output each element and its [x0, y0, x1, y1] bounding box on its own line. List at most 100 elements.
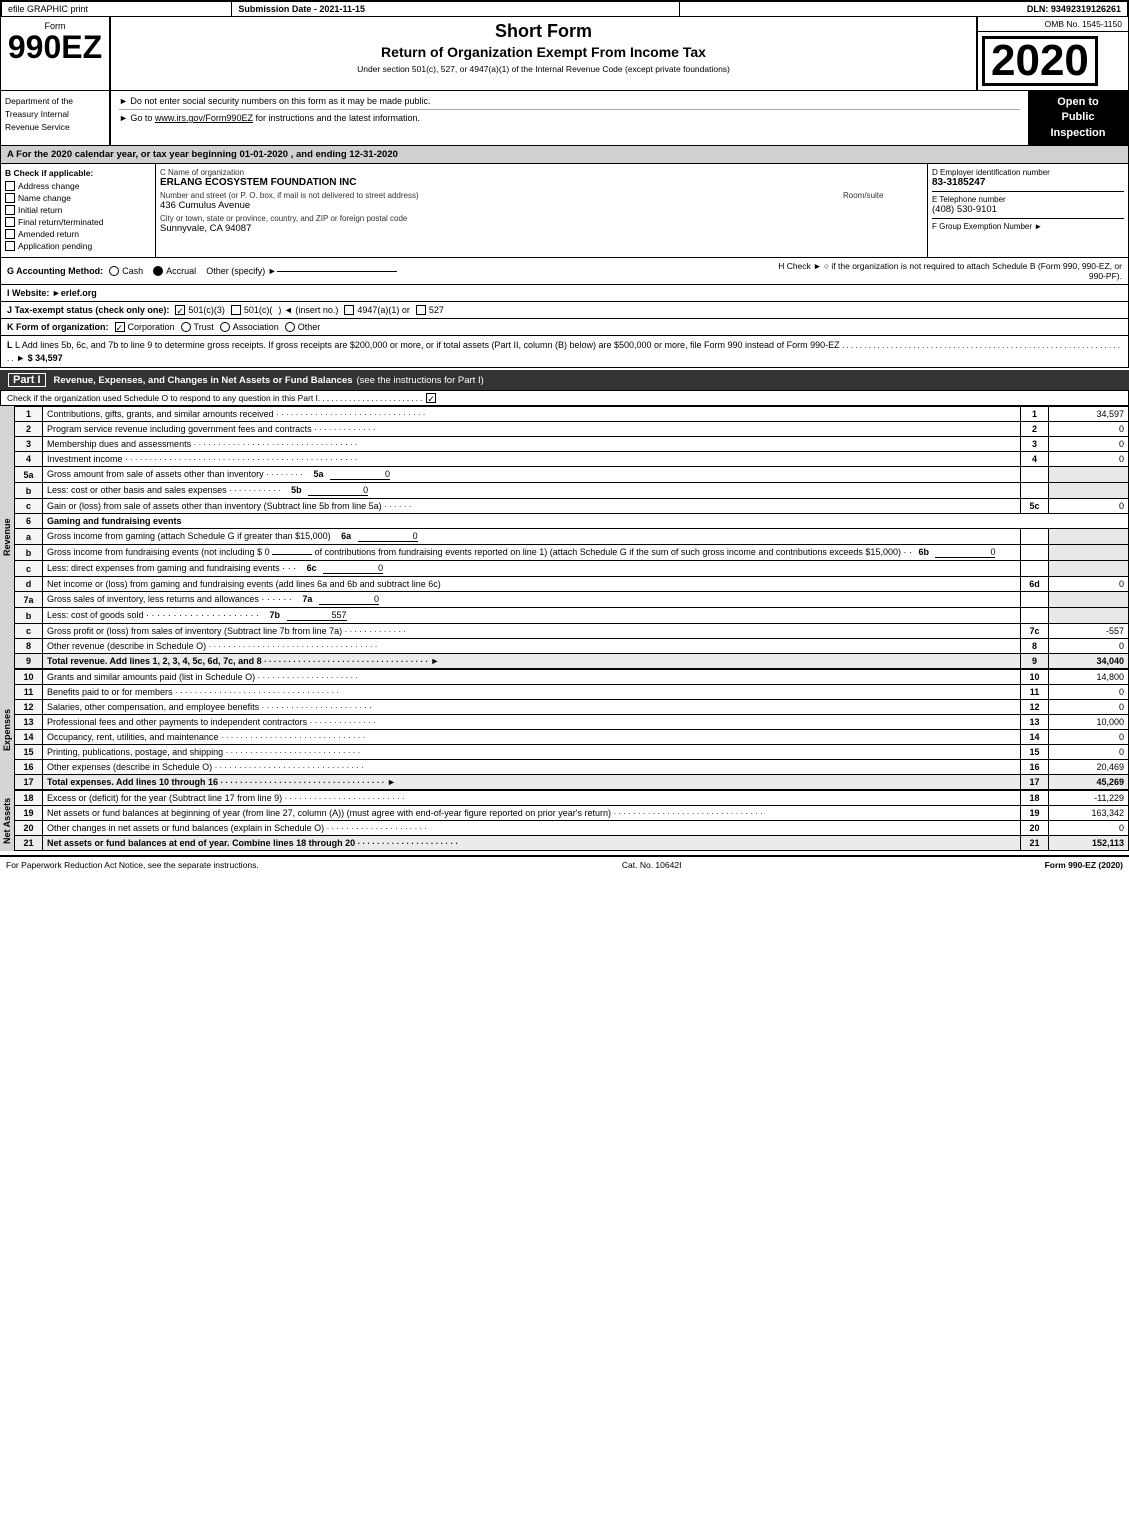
row-value — [1049, 592, 1129, 608]
accrual-radio[interactable] — [153, 266, 163, 276]
address-box: Number and street (or P. O. box, if mail… — [160, 191, 839, 211]
row-value: -11,229 — [1049, 791, 1129, 806]
row-value: 0 — [1049, 639, 1129, 654]
org-name-label: C Name of organization — [160, 168, 923, 177]
tax-501c[interactable]: 501(c)( — [231, 305, 273, 315]
row-desc: Benefits paid to or for members · · · · … — [43, 685, 1021, 700]
return-title: Return of Organization Exempt From Incom… — [119, 44, 968, 60]
accrual-option[interactable]: Accrual — [153, 266, 196, 276]
other-option[interactable]: Other (specify) ► — [206, 266, 396, 276]
row-line-num: 15 — [1021, 745, 1049, 760]
row-line-num: 20 — [1021, 821, 1049, 836]
row-line-num: 17 — [1021, 775, 1049, 790]
table-row: 8 Other revenue (describe in Schedule O)… — [15, 639, 1129, 654]
expenses-table: 10 Grants and similar amounts paid (list… — [14, 669, 1129, 790]
other-radio[interactable] — [285, 322, 295, 332]
corporation-checkbox[interactable] — [115, 322, 125, 332]
row-num: 7a — [15, 592, 43, 608]
association-radio[interactable] — [220, 322, 230, 332]
l-row: L L Add lines 5b, 6c, and 7b to line 9 t… — [0, 336, 1129, 368]
table-row: b Less: cost of goods sold · · · · · · ·… — [15, 608, 1129, 624]
row-desc: Gaming and fundraising events — [43, 514, 1129, 529]
row-desc: Net assets or fund balances at end of ye… — [43, 836, 1021, 851]
cash-option[interactable]: Cash — [109, 266, 143, 276]
table-row: 10 Grants and similar amounts paid (list… — [15, 670, 1129, 685]
initial-checkbox[interactable] — [5, 205, 15, 215]
net-assets-section: Net Assets 18 Excess or (deficit) for th… — [0, 790, 1129, 851]
k-corporation[interactable]: Corporation — [115, 322, 175, 332]
501c3-checkbox[interactable] — [175, 305, 185, 315]
row-value: 0 — [1049, 499, 1129, 514]
table-row: 11 Benefits paid to or for members · · ·… — [15, 685, 1129, 700]
row-line-num: 12 — [1021, 700, 1049, 715]
name-checkbox[interactable] — [5, 193, 15, 203]
table-row: 6 Gaming and fundraising events — [15, 514, 1129, 529]
l-value: $ 34,597 — [28, 353, 63, 363]
row-line-num: 5c — [1021, 499, 1049, 514]
row-line-num: 14 — [1021, 730, 1049, 745]
row-desc: Net income or (loss) from gaming and fun… — [43, 577, 1021, 592]
other-specify-field[interactable] — [277, 271, 397, 272]
k-form-row: K Form of organization: Corporation Trus… — [0, 319, 1129, 336]
net-assets-table: 18 Excess or (deficit) for the year (Sub… — [14, 790, 1129, 851]
city-label: City or town, state or province, country… — [160, 214, 923, 223]
trust-radio[interactable] — [181, 322, 191, 332]
cb-name[interactable]: Name change — [5, 193, 151, 203]
row-line-num — [1021, 467, 1049, 483]
ein-label: D Employer identification number — [932, 168, 1124, 177]
527-checkbox[interactable] — [416, 305, 426, 315]
amended-checkbox[interactable] — [5, 229, 15, 239]
irs-link[interactable]: www.irs.gov/Form990EZ — [155, 113, 253, 123]
app-pending-checkbox[interactable] — [5, 241, 15, 251]
row-num: 4 — [15, 452, 43, 467]
cb-amended[interactable]: Amended return — [5, 229, 151, 239]
dept-row: Department of the Treasury Internal Reve… — [0, 91, 1129, 146]
k-other[interactable]: Other — [285, 322, 321, 332]
row-num: b — [15, 608, 43, 624]
row-num: 9 — [15, 654, 43, 669]
phone-value: (408) 530-9101 — [932, 204, 1124, 215]
room-box: Room/suite — [843, 191, 923, 211]
cb-app-pending[interactable]: Application pending — [5, 241, 151, 251]
row-line-num — [1021, 545, 1049, 561]
omb-number: OMB No. 1545-1150 — [978, 17, 1128, 32]
row-num: 21 — [15, 836, 43, 851]
address-value: 436 Cumulus Avenue — [160, 200, 839, 211]
form-number-box: Form 990EZ — [1, 17, 111, 90]
footer-right: Form 990-EZ (2020) — [1045, 860, 1123, 870]
row-num: 14 — [15, 730, 43, 745]
table-row: 13 Professional fees and other payments … — [15, 715, 1129, 730]
cash-radio[interactable] — [109, 266, 119, 276]
table-row: 4 Investment income · · · · · · · · · · … — [15, 452, 1129, 467]
cb-final[interactable]: Final return/terminated — [5, 217, 151, 227]
revenue-section: Revenue 1 Contributions, gifts, grants, … — [0, 406, 1129, 669]
tax-527[interactable]: 527 — [416, 305, 444, 315]
k-trust[interactable]: Trust — [181, 322, 214, 332]
city-section: City or town, state or province, country… — [160, 214, 923, 234]
cb-address[interactable]: Address change — [5, 181, 151, 191]
part1-checkbox[interactable] — [426, 393, 436, 403]
row-desc: Other expenses (describe in Schedule O) … — [43, 760, 1021, 775]
row-line-num: 3 — [1021, 437, 1049, 452]
row-line-num: 2 — [1021, 422, 1049, 437]
4947-checkbox[interactable] — [344, 305, 354, 315]
row-line-num: 7c — [1021, 624, 1049, 639]
row-line-num: 21 — [1021, 836, 1049, 851]
row-desc: Less: cost of goods sold · · · · · · · ·… — [43, 608, 1021, 624]
row-num: 19 — [15, 806, 43, 821]
501c-checkbox[interactable] — [231, 305, 241, 315]
row-num: d — [15, 577, 43, 592]
part1-check-dots: . . . . . . . . . . . . . . . . . . . . … — [318, 394, 422, 403]
tax-4947[interactable]: 4947(a)(1) or — [344, 305, 410, 315]
row-line-num — [1021, 608, 1049, 624]
row-desc: Total expenses. Add lines 10 through 16 … — [43, 775, 1021, 790]
table-row: c Less: direct expenses from gaming and … — [15, 561, 1129, 577]
final-checkbox[interactable] — [5, 217, 15, 227]
address-checkbox[interactable] — [5, 181, 15, 191]
part1-header: Part I Revenue, Expenses, and Changes in… — [0, 370, 1129, 390]
tax-501c3[interactable]: 501(c)(3) — [175, 305, 225, 315]
cb-initial[interactable]: Initial return — [5, 205, 151, 215]
row-num: 11 — [15, 685, 43, 700]
website-row: I Website: ►erlef.org — [0, 285, 1129, 302]
k-association[interactable]: Association — [220, 322, 279, 332]
